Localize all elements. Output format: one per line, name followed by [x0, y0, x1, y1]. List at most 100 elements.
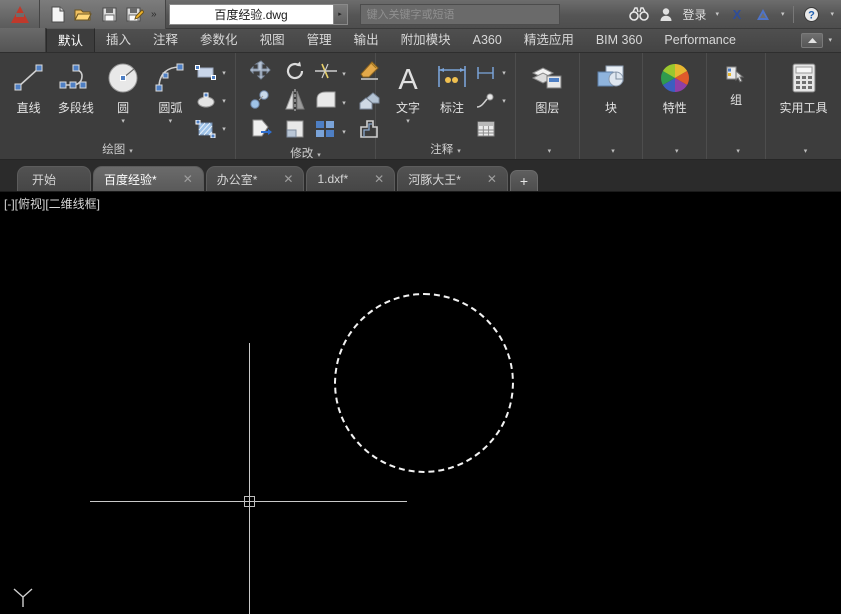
circle-tool-dropdown[interactable]: ▾	[121, 118, 125, 126]
rotate-tool[interactable]	[284, 60, 306, 87]
ribbon-minimize-icon[interactable]	[801, 32, 824, 48]
autodesk-dropdown-arrow[interactable]: ▾	[776, 10, 790, 18]
trim-tool-dropdown[interactable]: ▾	[338, 70, 350, 78]
ribbon-tab-parametric[interactable]: 参数化	[189, 28, 249, 52]
title-bar: » 百度经验.dwg ▸ 键入关键字或短语 登录 ▾ X ▾ ? ▾	[0, 0, 841, 29]
person-icon[interactable]	[654, 0, 678, 29]
ribbon-tab-a360[interactable]: A360	[462, 28, 513, 52]
dim-style-tool-dropdown[interactable]: ▾	[498, 69, 510, 77]
ribbon-tab-home[interactable]: 默认	[46, 28, 96, 52]
block-panel-body: 块	[580, 55, 643, 142]
leader-tool-dropdown[interactable]: ▾	[498, 97, 510, 105]
file-tab-close-icon[interactable]: ✕	[183, 172, 193, 186]
ribbon-panel-block: 块 ▾	[580, 53, 644, 159]
trim-tool[interactable]: ▾	[314, 61, 350, 86]
layer-properties-tool[interactable]: 图层	[523, 59, 571, 116]
move-tool[interactable]	[249, 60, 272, 87]
hatch-tool[interactable]: ▾	[194, 116, 230, 142]
layers-panel-title[interactable]: ▾	[516, 142, 579, 159]
search-input[interactable]: 键入关键字或短语	[359, 3, 560, 25]
fillet-icon	[314, 90, 338, 115]
mirror-tool[interactable]	[284, 89, 306, 116]
viewport-label[interactable]: [-][俯视][二维线框]	[4, 195, 100, 212]
ellipse-tool[interactable]: ▾	[194, 88, 230, 114]
open-file-button[interactable]	[71, 3, 95, 25]
ribbon-tab-performance[interactable]: Performance	[653, 28, 747, 52]
array-tool[interactable]: ▾	[314, 119, 350, 144]
file-tab-start[interactable]: 开始	[17, 166, 92, 191]
new-file-tab-button[interactable]: +	[509, 170, 538, 191]
file-tab-bangongshi[interactable]: 办公室* ✕	[205, 166, 305, 191]
draw-panel-body: 直线 多段线 圆 ▾ 圆弧 ▾ ▾ ▾ ▾	[0, 55, 235, 142]
ellipse-tool-dropdown[interactable]: ▾	[218, 97, 230, 105]
stretch-tool[interactable]	[250, 118, 272, 145]
table-tool[interactable]	[474, 116, 510, 142]
hatch-tool-dropdown[interactable]: ▾	[218, 125, 230, 133]
document-title-dropdown[interactable]: ▸	[333, 3, 348, 25]
arc-icon	[153, 61, 187, 95]
block-panel-title-arrow: ▾	[611, 148, 615, 155]
file-tab-close-icon[interactable]: ✕	[487, 172, 497, 186]
line-tool[interactable]: 直线	[5, 59, 52, 116]
autocad-logo[interactable]	[0, 0, 40, 29]
utilities-panel-title[interactable]: ▾	[766, 142, 841, 159]
leader-tool[interactable]: ▾	[474, 88, 510, 114]
properties-wheel-icon	[658, 61, 692, 95]
circle-tool[interactable]: 圆 ▾	[100, 59, 147, 126]
fillet-tool[interactable]: ▾	[314, 90, 350, 115]
qat-overflow-button[interactable]: »	[148, 9, 161, 20]
array-tool-dropdown[interactable]: ▾	[338, 128, 350, 136]
fillet-tool-dropdown[interactable]: ▾	[338, 99, 350, 107]
dimension-tool[interactable]: 标注	[430, 59, 474, 116]
line-tool-label: 直线	[16, 101, 41, 115]
binoculars-icon[interactable]	[624, 0, 654, 29]
dim-style-tool[interactable]: ▾	[474, 60, 510, 86]
ribbon-tab-output[interactable]: 输出	[343, 28, 390, 52]
file-tab-close-icon[interactable]: ✕	[283, 172, 293, 186]
rectangle-tool[interactable]: ▾	[194, 60, 230, 86]
scale-tool[interactable]	[284, 118, 306, 145]
text-tool-dropdown[interactable]: ▾	[406, 118, 410, 126]
title-bar-separator	[793, 5, 795, 23]
group-tool[interactable]: 组	[712, 63, 760, 108]
autodesk-exchange-x-icon[interactable]: X	[724, 0, 750, 29]
autodesk-a-icon[interactable]	[750, 0, 776, 29]
insert-block-tool[interactable]: 块	[587, 59, 635, 116]
drawing-canvas[interactable]: [-][俯视][二维线框] 指定镜像线的第一点: 2829.4272 1769.…	[0, 192, 841, 614]
copy-tool[interactable]	[250, 89, 272, 116]
properties-panel-title[interactable]: ▾	[643, 142, 706, 159]
ribbon-tab-bim360[interactable]: BIM 360	[585, 28, 654, 52]
sign-in-label[interactable]: 登录	[678, 6, 710, 23]
annotation-panel-title[interactable]: 注释 ▾	[376, 142, 515, 159]
modify-panel-title-arrow: ▾	[317, 152, 321, 159]
ribbon-tab-addins[interactable]: 附加模块	[390, 28, 462, 52]
draw-panel-title[interactable]: 绘图 ▾	[0, 142, 235, 159]
save-button[interactable]	[97, 3, 121, 25]
help-question-icon[interactable]: ?	[798, 0, 825, 29]
ribbon-tab-view[interactable]: 视图	[249, 28, 296, 52]
selected-circle-entity[interactable]	[334, 293, 514, 473]
file-tab-1dxf[interactable]: 1.dxf* ✕	[306, 166, 396, 191]
file-tab-baidujingyan[interactable]: 百度经验* ✕	[93, 166, 204, 191]
file-tab-hetundawang[interactable]: 河豚大王* ✕	[397, 166, 508, 191]
ribbon-minimize-dropdown-arrow[interactable]: ▾	[823, 36, 837, 44]
ribbon-tab-annotate[interactable]: 注释	[142, 28, 189, 52]
arc-tool-dropdown[interactable]: ▾	[169, 118, 173, 126]
properties-tool[interactable]: 特性	[651, 59, 699, 116]
block-panel-title[interactable]: ▾	[580, 142, 643, 159]
layer-properties-tool-label: 图层	[535, 101, 560, 115]
new-file-button[interactable]	[45, 3, 69, 25]
file-tab-close-icon[interactable]: ✕	[374, 172, 384, 186]
save-as-button[interactable]	[123, 3, 147, 25]
arc-tool[interactable]: 圆弧 ▾	[147, 59, 194, 126]
help-dropdown-arrow[interactable]: ▾	[825, 10, 839, 18]
ribbon-tab-manage[interactable]: 管理	[296, 28, 343, 52]
ribbon-tab-insert[interactable]: 插入	[95, 28, 142, 52]
sign-in-dropdown-arrow[interactable]: ▾	[710, 10, 724, 18]
group-panel-title[interactable]: ▾	[707, 142, 765, 159]
text-tool[interactable]: A 文字 ▾	[386, 59, 430, 126]
polyline-tool[interactable]: 多段线	[52, 59, 99, 116]
utilities-tool[interactable]: 实用工具	[772, 59, 836, 116]
rectangle-tool-dropdown[interactable]: ▾	[218, 69, 230, 77]
ribbon-tab-featured-apps[interactable]: 精选应用	[513, 28, 585, 52]
